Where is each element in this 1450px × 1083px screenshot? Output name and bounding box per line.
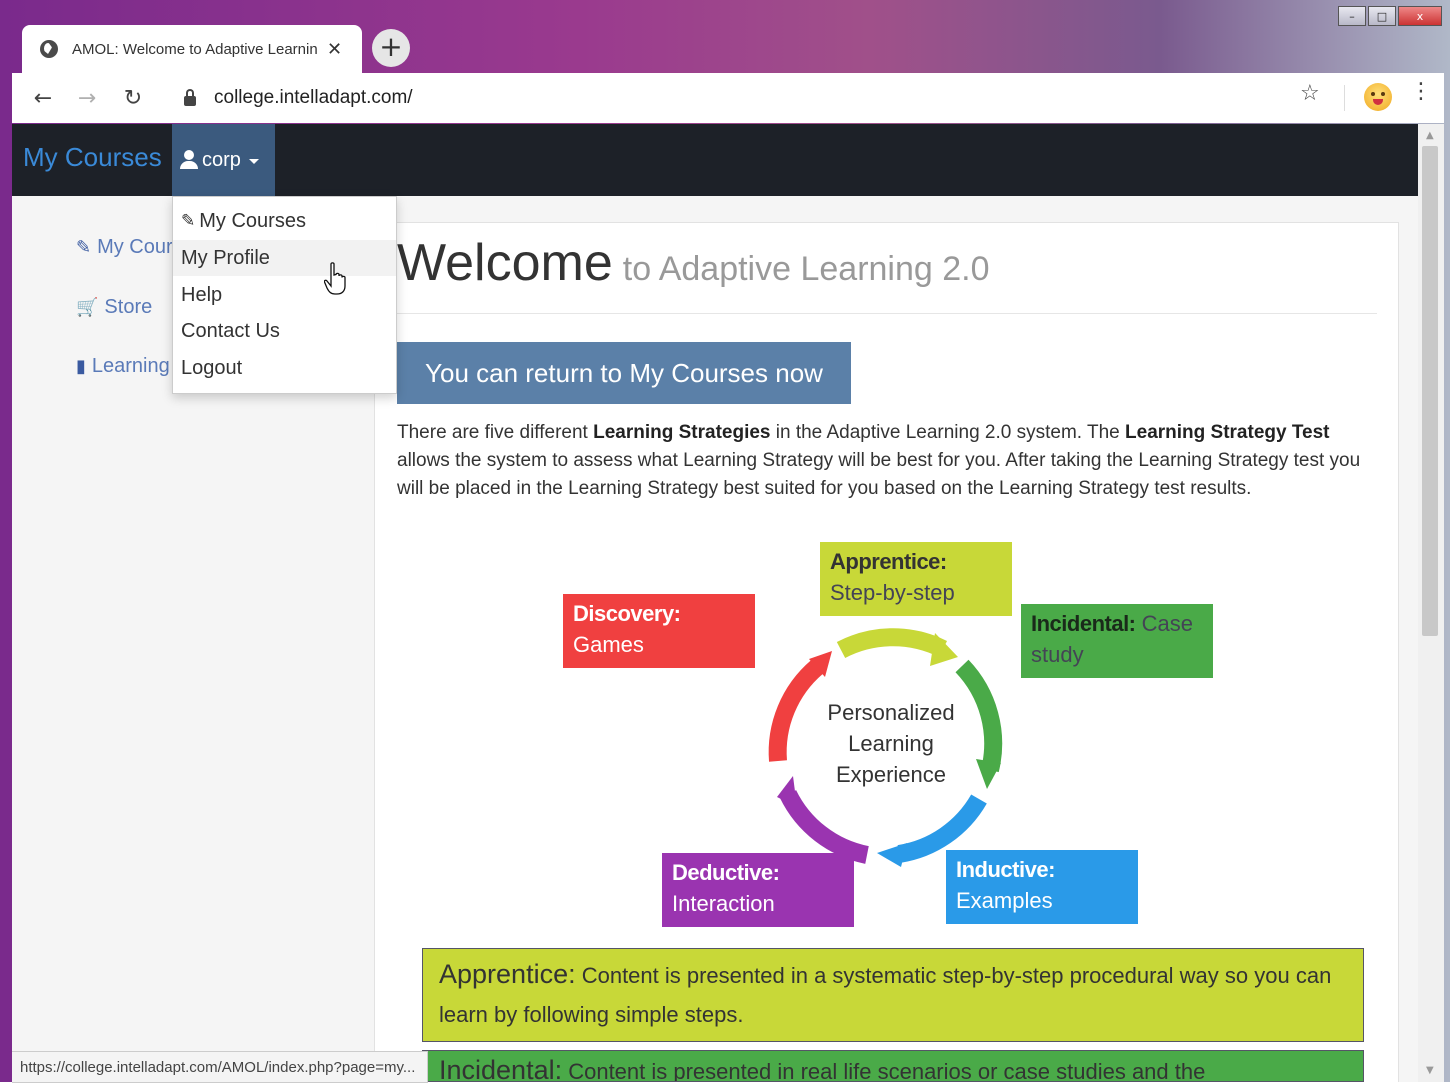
learning-strategies-diagram: Discovery: Games Apprentice: Step-by-ste… <box>555 541 1215 931</box>
page-title: Welcome to Adaptive Learning 2.0 <box>397 233 990 293</box>
strategy-text: Examples <box>956 888 1053 913</box>
strategy-title: Incidental: <box>1031 611 1136 636</box>
intro-text: There are five different <box>397 422 594 443</box>
browser-tab[interactable]: AMOL: Welcome to Adaptive Learning ✕ <box>22 25 362 73</box>
new-tab-button[interactable]: + <box>372 29 410 67</box>
center-line: Personalized <box>827 700 955 725</box>
dropdown-item-logout[interactable]: Logout <box>173 350 396 386</box>
pin-icon: ✎ <box>181 211 196 231</box>
intro-paragraph: There are five different Learning Strate… <box>397 419 1379 503</box>
cart-icon: 🛒 <box>76 297 99 318</box>
bookmark-star-icon[interactable]: ☆ <box>1300 81 1320 106</box>
reload-icon[interactable]: ↻ <box>118 86 148 111</box>
scroll-up-icon[interactable]: ▲ <box>1426 130 1434 141</box>
strategy-box-apprentice: Apprentice: Step-by-step <box>820 542 1012 616</box>
intro-bold: Learning Strategy Test <box>1125 422 1330 443</box>
globe-icon <box>40 40 58 58</box>
page-viewport: My Courses corp ✎ My Courses 🛒 Store ▮ L… <box>12 124 1418 1082</box>
arrow-deductive <box>779 789 869 864</box>
maximize-button[interactable]: □ <box>1368 6 1396 26</box>
arrowhead-inductive <box>877 843 907 867</box>
lock-icon[interactable] <box>184 89 196 106</box>
browser-toolbar: ← → ↻ college.intelladapt.com/ ☆ ⋮ <box>12 73 1444 123</box>
back-arrow-icon[interactable]: ← <box>28 86 58 111</box>
url-text[interactable]: college.intelladapt.com/ <box>214 87 413 109</box>
dropdown-item-my-profile[interactable]: My Profile <box>173 240 396 276</box>
arrow-apprentice <box>836 628 948 659</box>
strategy-title: Inductive: <box>956 857 1055 882</box>
strategy-box-inductive: Inductive: Examples <box>946 850 1138 924</box>
tab-close-icon[interactable]: ✕ <box>327 39 342 60</box>
description-term: Apprentice: <box>439 959 576 989</box>
status-bar-url: https://college.intelladapt.com/AMOL/ind… <box>12 1051 429 1083</box>
intro-bold: Learning Strategies <box>593 422 771 443</box>
sidebar-item-label: Learning <box>91 355 170 377</box>
strategy-text: Interaction <box>672 891 775 916</box>
description-apprentice: Apprentice: Content is presented in a sy… <box>422 948 1364 1042</box>
strategy-box-incidental: Incidental: Case study <box>1021 604 1213 678</box>
book-icon: ▮ <box>76 356 86 377</box>
close-window-button[interactable]: x <box>1398 6 1442 26</box>
brand-link[interactable]: My Courses <box>23 142 162 173</box>
dropdown-item-help[interactable]: Help <box>173 277 396 313</box>
intro-text: in the Adaptive Learning 2.0 system. The <box>770 422 1126 443</box>
dropdown-item-contact-us[interactable]: Contact Us <box>173 313 396 349</box>
return-to-courses-button[interactable]: You can return to My Courses now <box>397 342 851 404</box>
sidebar-item-label: Store <box>104 296 153 318</box>
strategy-box-deductive: Deductive: Interaction <box>662 853 854 927</box>
description-incidental: Incidental: Content is presented in real… <box>422 1050 1364 1082</box>
hand-cursor-icon <box>324 262 346 295</box>
menu-kebab-icon[interactable]: ⋮ <box>1410 79 1432 104</box>
strategy-title: Apprentice: <box>830 549 947 574</box>
strategy-title: Discovery: <box>573 601 681 626</box>
strategy-text: Games <box>573 632 644 657</box>
user-name: corp <box>202 148 241 171</box>
dropdown-item-label: My Courses <box>199 209 306 232</box>
strategy-title: Deductive: <box>672 860 780 885</box>
sidebar-item-store[interactable]: 🛒 Store <box>76 296 152 319</box>
pin-icon: ✎ <box>76 237 92 258</box>
scroll-thumb[interactable] <box>1422 146 1438 636</box>
page-title-sub: to Adaptive Learning 2.0 <box>622 250 990 288</box>
page-title-main: Welcome <box>397 234 613 292</box>
minimize-button[interactable]: – <box>1338 6 1366 26</box>
forward-arrow-icon[interactable]: → <box>72 86 102 111</box>
page-scrollbar[interactable]: ▲ ▼ <box>1418 124 1444 1082</box>
caret-down-icon <box>248 158 259 164</box>
strategy-text: Step-by-step <box>830 580 955 605</box>
diagram-center-label: Personalized Learning Experience <box>791 697 991 790</box>
toolbar-divider <box>1344 85 1345 111</box>
window-controls: – □ x <box>1338 6 1442 28</box>
center-line: Experience <box>835 762 947 787</box>
site-navbar: My Courses corp <box>12 124 1418 196</box>
tab-title: AMOL: Welcome to Adaptive Learning <box>72 40 317 58</box>
address-bar[interactable]: college.intelladapt.com/ <box>172 77 1337 119</box>
arrow-inductive <box>897 794 987 863</box>
divider <box>397 313 1377 314</box>
user-icon <box>180 150 198 170</box>
strategy-box-discovery: Discovery: Games <box>563 594 755 668</box>
description-term: Incidental: <box>439 1055 563 1082</box>
scroll-down-icon[interactable]: ▼ <box>1426 1065 1434 1076</box>
center-line: Learning <box>848 731 934 756</box>
user-menu-toggle[interactable]: corp <box>172 124 275 196</box>
intro-text: allows the system to assess what Learnin… <box>397 450 1361 499</box>
profile-avatar-icon[interactable] <box>1364 83 1392 111</box>
user-dropdown-menu: ✎ My Courses My Profile Help Contact Us … <box>172 196 397 394</box>
sidebar-item-learning[interactable]: ▮ Learning <box>76 355 170 378</box>
dropdown-item-my-courses[interactable]: ✎ My Courses <box>173 203 396 239</box>
description-text: Content is presented in real life scenar… <box>562 1059 1206 1082</box>
